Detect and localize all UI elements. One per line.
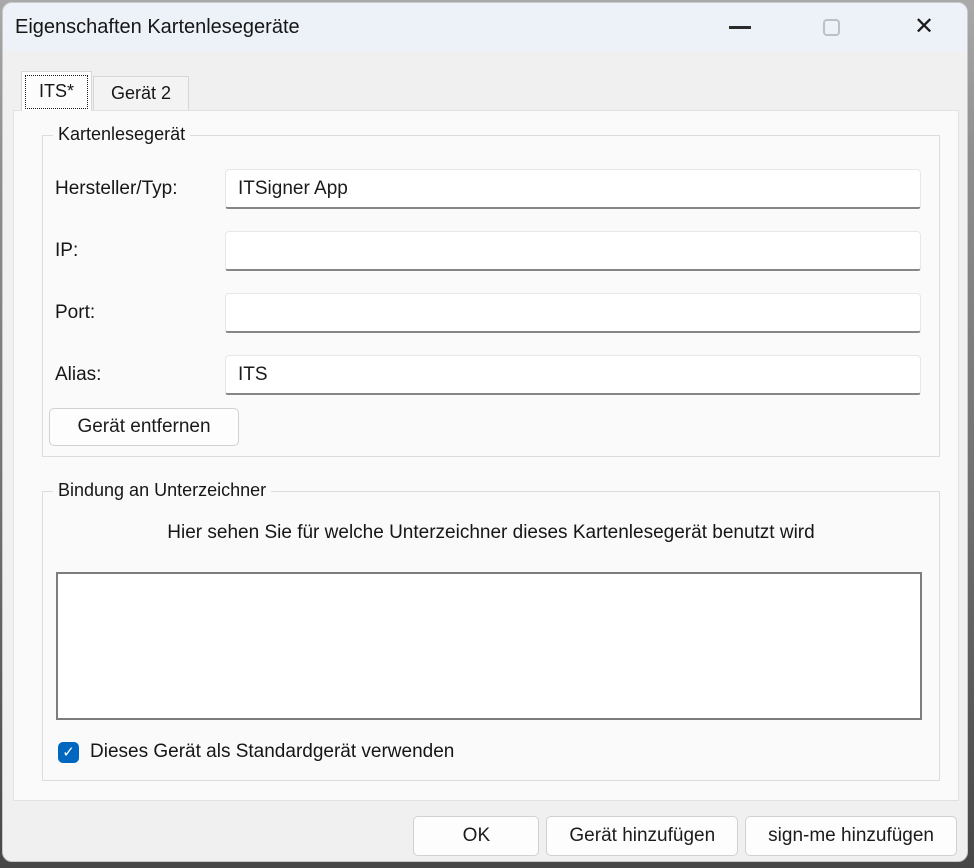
add-signme-button[interactable]: sign-me hinzufügen <box>745 816 957 856</box>
window-title: Eigenschaften Kartenlesegeräte <box>15 16 300 39</box>
port-input[interactable] <box>225 293 921 333</box>
device-groupbox-title: Kartenlesegerät <box>53 124 190 145</box>
alias-input[interactable] <box>225 355 921 395</box>
hersteller-label: Hersteller/Typ: <box>55 178 225 200</box>
ok-button[interactable]: OK <box>413 816 539 856</box>
titlebar: Eigenschaften Kartenlesegeräte ✕ <box>3 3 967 51</box>
tab-page: Kartenlesegerät Hersteller/Typ: IP: Port… <box>13 110 959 801</box>
check-icon: ✓ <box>62 745 75 760</box>
binding-description: Hier sehen Sie für welche Unterzeichner … <box>43 522 939 544</box>
field-row-port: Port: <box>55 293 921 333</box>
maximize-button <box>806 7 856 47</box>
unterzeichner-listbox[interactable] <box>56 572 922 720</box>
dialog-window: Eigenschaften Kartenlesegeräte ✕ ITS* Ge… <box>2 2 968 862</box>
close-icon: ✕ <box>914 15 934 39</box>
binding-groupbox: Bindung an Unterzeichner Hier sehen Sie … <box>42 491 940 781</box>
footer-button-bar: OK Gerät hinzufügen sign-me hinzufügen <box>413 816 957 856</box>
minimize-icon <box>729 26 751 29</box>
ip-label: IP: <box>55 240 225 262</box>
default-device-checkbox[interactable]: ✓ <box>58 742 79 763</box>
alias-label: Alias: <box>55 364 225 386</box>
tab-bar: ITS* Gerät 2 <box>21 71 189 110</box>
close-button[interactable]: ✕ <box>899 7 949 47</box>
maximize-icon <box>823 19 840 36</box>
default-device-checkbox-row: ✓ Dieses Gerät als Standardgerät verwend… <box>58 741 454 763</box>
tab-geraet-2[interactable]: Gerät 2 <box>93 76 189 110</box>
add-device-button[interactable]: Gerät hinzufügen <box>546 816 738 856</box>
hersteller-input[interactable] <box>225 169 921 209</box>
tab-its-label: ITS* <box>25 75 88 109</box>
field-row-alias: Alias: <box>55 355 921 395</box>
remove-device-button[interactable]: Gerät entfernen <box>49 408 239 446</box>
ip-input[interactable] <box>225 231 921 271</box>
minimize-button[interactable] <box>715 7 765 47</box>
field-row-ip: IP: <box>55 231 921 271</box>
device-groupbox: Kartenlesegerät Hersteller/Typ: IP: Port… <box>42 135 940 457</box>
tab-geraet-2-label: Gerät 2 <box>111 83 171 103</box>
binding-groupbox-title: Bindung an Unterzeichner <box>53 480 271 501</box>
default-device-checkbox-label: Dieses Gerät als Standardgerät verwenden <box>90 741 454 763</box>
tab-its[interactable]: ITS* <box>21 71 92 111</box>
field-row-hersteller: Hersteller/Typ: <box>55 169 921 209</box>
port-label: Port: <box>55 302 225 324</box>
